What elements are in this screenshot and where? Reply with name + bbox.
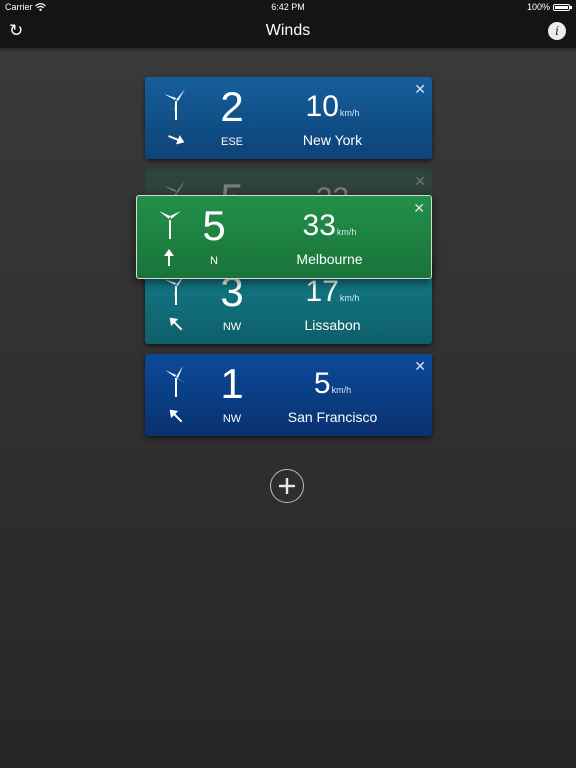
battery-status: 100% (526, 0, 572, 14)
wind-speed: 33km/h (262, 208, 397, 244)
wind-card-new-york[interactable]: 2 ESE 10km/h New York ✕ (145, 77, 432, 159)
speed-value: 33 (302, 209, 336, 242)
status-time: 6:42 PM (271, 2, 305, 12)
city-name: Melbourne (296, 251, 363, 267)
wind-direction-label: NW (222, 321, 242, 333)
wind-speed: 5km/h (265, 366, 400, 402)
close-icon[interactable]: ✕ (413, 200, 425, 216)
speed-unit: km/h (336, 227, 357, 237)
wind-direction-label: N (210, 255, 218, 267)
city-name: Lissabon (304, 317, 361, 333)
close-icon[interactable]: ✕ (414, 358, 426, 374)
beaufort-number: 5 (202, 202, 226, 249)
close-icon[interactable]: ✕ (414, 81, 426, 97)
speed-value: 5 (313, 367, 331, 400)
battery-percent: 100% (526, 2, 550, 12)
wind-turbine-icon (165, 366, 186, 397)
wind-direction-arrow-icon (168, 135, 185, 145)
wind-card-melbourne[interactable]: 5 N 33km/h Melbourne ✕ (136, 195, 432, 279)
wind-turbine-icon (164, 89, 185, 120)
battery-fill (555, 5, 568, 9)
plus-icon (279, 478, 295, 494)
page-title: Winds (265, 22, 311, 39)
wind-direction-label: NW (222, 413, 242, 425)
wind-turbine-icon (159, 211, 181, 239)
info-button[interactable]: i (548, 22, 566, 40)
speed-unit: km/h (339, 293, 360, 303)
speed-value: 17 (305, 275, 339, 308)
wind-card-san-francisco[interactable]: 1 NW 5km/h San Francisco ✕ (145, 354, 432, 436)
beaufort-number: 1 (220, 360, 244, 407)
close-icon: ✕ (414, 173, 426, 189)
beaufort-number: 2 (220, 83, 244, 130)
wind-direction-label: ESE (220, 136, 243, 148)
battery-icon (553, 3, 572, 11)
wind-direction-arrow-icon (164, 249, 174, 266)
city-name: San Francisco (287, 409, 378, 425)
navigation-bar: ↻ Winds i (0, 14, 576, 48)
speed-unit: km/h (331, 385, 352, 395)
wind-direction-arrow-icon (169, 317, 183, 331)
speed-unit: km/h (339, 108, 360, 118)
add-location-button[interactable] (270, 469, 304, 503)
speed-value: 10 (305, 90, 339, 123)
wind-direction-arrow-icon (169, 409, 183, 423)
city-name: New York (302, 132, 363, 148)
wind-speed: 17km/h (265, 274, 400, 310)
wind-speed: 10km/h (265, 89, 400, 125)
status-bar: Carrier 6:42 PM 100% (0, 0, 576, 14)
